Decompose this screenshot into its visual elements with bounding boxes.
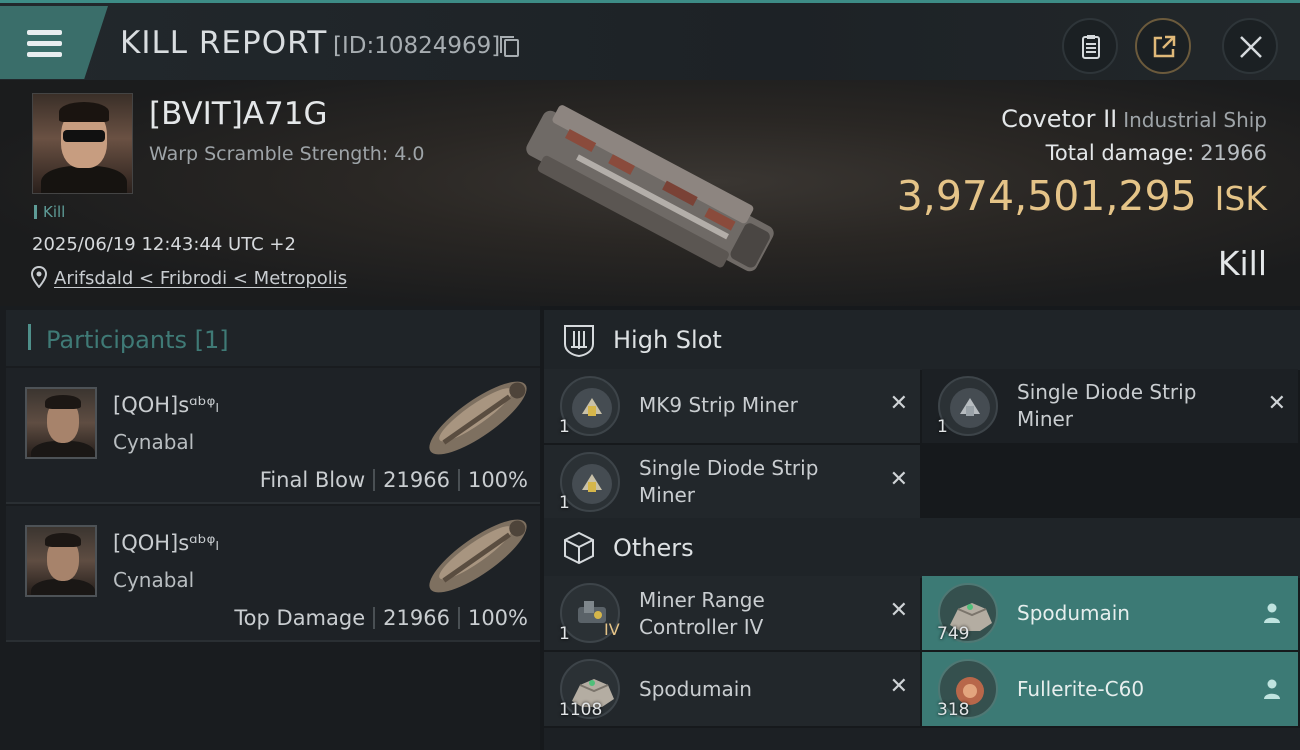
participant-row[interactable]: [QOH]sᵅᵇᵠₗ Cynabal Final Blow 21966 100% xyxy=(6,368,540,504)
destroyed-x-icon: ✕ xyxy=(889,467,908,492)
others-item[interactable]: 749 Spodumain xyxy=(922,576,1298,650)
high-slot-icon xyxy=(564,325,594,358)
destroyed-x-icon: ✕ xyxy=(1267,391,1286,416)
share-icon xyxy=(1153,35,1176,58)
others-header: Others xyxy=(544,518,1300,578)
victim-name[interactable]: [BVIT]A71G xyxy=(149,96,327,132)
participant-row[interactable]: [QOH]sᵅᵇᵠₗ Cynabal Top Damage 21966 100% xyxy=(6,506,540,642)
warp-scramble-strength: Warp Scramble Strength: 4.0 xyxy=(149,143,425,165)
item-name: Spodumain xyxy=(639,677,752,701)
destroyed-x-icon: ✕ xyxy=(889,598,908,623)
person-icon xyxy=(1264,679,1280,699)
participant-avatar[interactable] xyxy=(25,387,97,459)
item-name: Single Diode Strip Miner xyxy=(639,456,819,507)
high-slot-item[interactable]: 1 MK9 Strip Miner ✕ xyxy=(544,369,920,443)
victim-ship-image[interactable] xyxy=(510,96,790,286)
destroyed-x-icon: ✕ xyxy=(889,391,908,416)
item-name: Fullerite-C60 xyxy=(1017,677,1145,701)
person-icon xyxy=(1264,603,1280,623)
top-bar: KILL REPORT [ID:10824969] xyxy=(0,0,1300,80)
item-name: Miner Range Controller IV xyxy=(639,588,765,639)
participant-ship-image[interactable] xyxy=(416,374,540,462)
participant-ship-image[interactable] xyxy=(416,512,540,600)
kill-location-link[interactable]: Arifsdald < Fribrodi < Metropolis xyxy=(54,268,347,289)
participant-avatar[interactable] xyxy=(25,525,97,597)
isk-value: 3,974,501,295 ISK xyxy=(896,172,1267,220)
participant-stats: Top Damage 21966 100% xyxy=(234,606,528,630)
kill-tag: Kill xyxy=(34,205,65,220)
total-damage: Total damage: 21966 xyxy=(1045,141,1267,165)
item-name: Single Diode Strip Miner xyxy=(1017,380,1197,431)
report-id: [ID:10824969] xyxy=(333,33,501,59)
destroyed-x-icon: ✕ xyxy=(889,674,908,699)
next-row-partial xyxy=(544,728,1300,750)
close-button[interactable] xyxy=(1222,18,1278,74)
item-name: MK9 Strip Miner xyxy=(639,393,798,417)
high-slot-header: High Slot xyxy=(544,310,1300,370)
share-button[interactable] xyxy=(1135,18,1191,74)
others-item[interactable]: 318 Fullerite-C60 xyxy=(922,652,1298,726)
others-item[interactable]: 1 IV Miner Range Controller IV ✕ xyxy=(544,576,920,650)
participant-name: [QOH]sᵅᵇᵠₗ xyxy=(113,393,219,417)
victim-avatar[interactable] xyxy=(32,93,133,194)
item-name: Spodumain xyxy=(1017,601,1130,625)
page-title: KILL REPORT xyxy=(120,25,328,61)
victim-ship-class: Industrial Ship xyxy=(1123,108,1267,132)
copy-icon[interactable] xyxy=(500,36,519,57)
kill-datetime: 2025/06/19 12:43:44 UTC +2 xyxy=(32,234,296,255)
victim-ship-name[interactable]: Covetor II Industrial Ship xyxy=(1001,105,1267,133)
menu-button[interactable] xyxy=(0,6,108,79)
participant-name: [QOH]sᵅᵇᵠₗ xyxy=(113,531,219,555)
participant-ship: Cynabal xyxy=(113,430,195,454)
clipboard-button[interactable] xyxy=(1062,18,1118,74)
participant-stats: Final Blow 21966 100% xyxy=(259,468,528,492)
participants-header: Participants [1] xyxy=(6,310,540,366)
close-icon xyxy=(1240,36,1262,58)
high-slot-item[interactable]: 1 Single Diode Strip Miner ✕ xyxy=(544,445,920,519)
others-item[interactable]: 1108 Spodumain ✕ xyxy=(544,652,920,726)
location-pin-icon xyxy=(31,266,47,288)
clipboard-icon xyxy=(1082,35,1100,59)
participant-ship: Cynabal xyxy=(113,568,195,592)
result-label: Kill xyxy=(1217,244,1267,283)
high-slot-item[interactable]: 1 Single Diode Strip Miner ✕ xyxy=(922,369,1298,443)
cube-icon xyxy=(564,531,594,565)
